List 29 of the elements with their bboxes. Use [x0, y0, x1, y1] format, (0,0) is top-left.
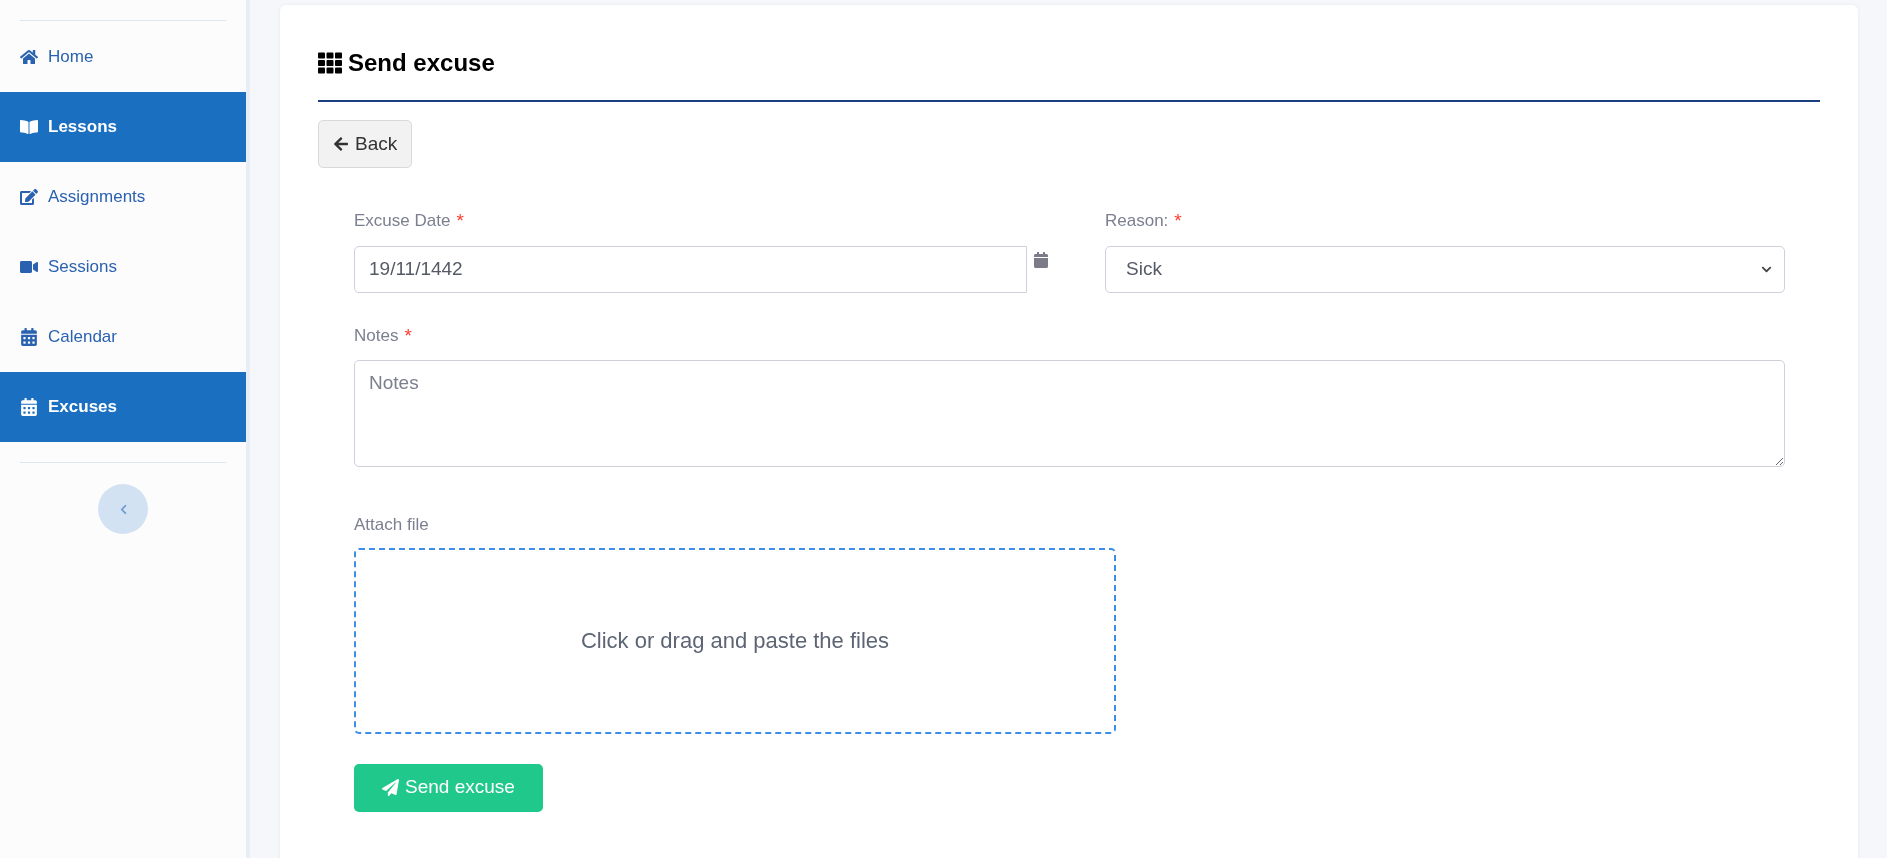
required-asterisk: * — [404, 325, 412, 345]
video-camera-icon — [20, 258, 38, 276]
arrow-left-icon — [333, 136, 349, 152]
paper-plane-icon — [382, 779, 399, 796]
field-label: Reason: — [1105, 210, 1169, 232]
field-label: Attach file — [354, 515, 429, 534]
sidebar-item[interactable]: Home — [0, 22, 246, 92]
sidebar-item[interactable]: Assignments — [0, 162, 246, 232]
file-drop-zone[interactable]: Click or drag and paste the files — [354, 547, 1116, 734]
calendar-icon[interactable] — [1034, 251, 1048, 268]
sidebar-item[interactable]: Excuses — [0, 372, 246, 442]
sidebar-item[interactable]: Lessons — [0, 92, 246, 162]
sidebar-item[interactable]: Sessions — [0, 232, 246, 302]
calendar-icon — [20, 328, 38, 346]
reason-select[interactable]: Sick — [1105, 245, 1785, 293]
sidebar-item[interactable]: Calendar — [0, 302, 246, 372]
book-icon — [20, 118, 38, 136]
field-label: Notes — [354, 324, 399, 347]
drop-zone-hint: Click or drag and paste the files — [580, 627, 890, 655]
page-title: Send excuse — [348, 48, 495, 78]
required-asterisk: * — [456, 211, 464, 231]
calendar-icon — [20, 398, 38, 416]
notes-field[interactable]: Notes — [354, 360, 1785, 467]
field-label: Excuse Date — [354, 210, 451, 232]
date-input-field[interactable]: 19/11/1442 — [354, 245, 1027, 293]
back-button[interactable]: Back — [318, 120, 413, 168]
required-asterisk: * — [1174, 211, 1182, 231]
grid-icon — [318, 51, 342, 75]
house-icon — [20, 48, 38, 66]
